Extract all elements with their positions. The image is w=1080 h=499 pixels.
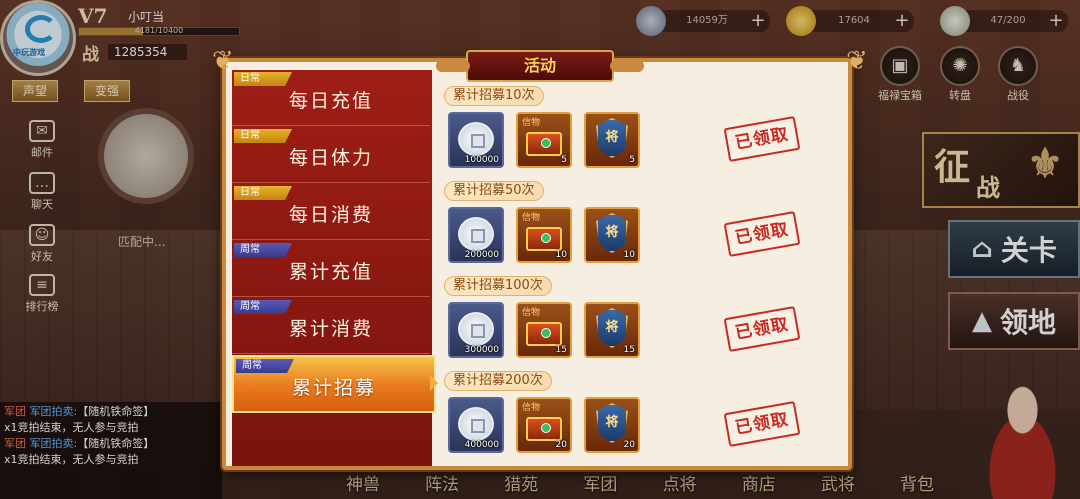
coin-icon [458, 122, 494, 156]
reward-row: 累计招募10次 100000 信物 5 将 5 已领取 [440, 84, 846, 178]
general-reward[interactable]: 将 15 [584, 302, 640, 358]
reward-list: 累计招募10次 100000 信物 5 将 5 已领取 累计招募50次 2000… [440, 84, 846, 464]
token-label: 信物 [522, 308, 541, 318]
reward-row: 累计招募100次 300000 信物 15 将 15 已领取 [440, 274, 846, 368]
token-reward[interactable]: 信物 10 [516, 207, 572, 263]
general-badge-icon: 将 [596, 213, 628, 253]
token-qty: 15 [555, 345, 567, 355]
general-reward[interactable]: 将 20 [584, 397, 640, 453]
token-chest-icon [526, 322, 562, 346]
tab-kind-badge: 周常 [234, 300, 292, 314]
tab-cumulative-spending[interactable]: 周常 累计消费 [232, 298, 430, 354]
coin-icon [458, 312, 494, 346]
claimed-stamp: 已领取 [723, 211, 801, 257]
tab-daily-spending[interactable]: 日常 每日消费 [232, 184, 430, 240]
tab-label: 每日体力 [288, 147, 373, 169]
tab-kind-badge: 周常 [236, 359, 294, 373]
general-badge-icon: 将 [596, 308, 628, 348]
activity-tabs: 日常 每日充值 日常 每日体力 日常 每日消费 周常 累计充值 周常 累计消费 … [232, 70, 438, 466]
reward-title: 累计招募200次 [444, 371, 552, 391]
token-label: 信物 [522, 213, 541, 223]
token-reward[interactable]: 信物 5 [516, 112, 572, 168]
coin-reward[interactable]: 400000 [448, 397, 504, 453]
coin-reward[interactable]: 100000 [448, 112, 504, 168]
reward-row: 累计招募200次 400000 信物 20 将 20 已领取 [440, 369, 846, 463]
tab-label: 每日充值 [288, 90, 373, 112]
token-qty: 10 [555, 250, 567, 260]
tab-label: 每日消费 [288, 204, 373, 226]
tab-cumulative-recharge[interactable]: 周常 累计充值 [232, 241, 430, 297]
reward-title: 累计招募100次 [444, 276, 552, 296]
claimed-stamp: 已领取 [723, 306, 801, 352]
general-qty: 15 [623, 345, 635, 355]
claimed-stamp: 已领取 [723, 401, 801, 447]
coin-qty: 200000 [464, 250, 499, 260]
coin-icon [458, 407, 494, 441]
reward-title: 累计招募50次 [444, 181, 544, 201]
coin-qty: 100000 [464, 155, 499, 165]
general-reward[interactable]: 将 5 [584, 112, 640, 168]
coin-icon [458, 217, 494, 251]
reward-title: 累计招募10次 [444, 86, 544, 106]
reward-row: 累计招募50次 200000 信物 10 将 10 已领取 [440, 179, 846, 273]
tab-kind-badge: 日常 [234, 186, 292, 200]
tab-daily-stamina[interactable]: 日常 每日体力 [232, 127, 430, 183]
tab-label: 累计招募 [291, 377, 376, 399]
coin-qty: 400000 [464, 440, 499, 450]
tab-kind-badge: 周常 [234, 243, 292, 257]
tab-kind-badge: 日常 [234, 129, 292, 143]
coin-qty: 300000 [464, 345, 499, 355]
general-qty: 10 [623, 250, 635, 260]
token-qty: 5 [561, 155, 567, 165]
token-label: 信物 [522, 403, 541, 413]
claimed-stamp: 已领取 [723, 116, 801, 162]
token-chest-icon [526, 417, 562, 441]
token-reward[interactable]: 信物 15 [516, 302, 572, 358]
tab-cumulative-recruit[interactable]: 周常 累计招募 [232, 355, 438, 413]
general-qty: 20 [623, 440, 635, 450]
general-reward[interactable]: 将 10 [584, 207, 640, 263]
token-chest-icon [526, 227, 562, 251]
coin-reward[interactable]: 200000 [448, 207, 504, 263]
general-badge-icon: 将 [596, 118, 628, 158]
panel-title: 活动 [436, 50, 644, 82]
token-chest-icon [526, 132, 562, 156]
right-ornament-icon: ❦ [846, 46, 868, 76]
tab-label: 累计充值 [288, 261, 373, 283]
token-reward[interactable]: 信物 20 [516, 397, 572, 453]
general-badge-icon: 将 [596, 403, 628, 443]
left-ornament-icon: ❦ [212, 46, 234, 76]
tab-daily-recharge[interactable]: 日常 每日充值 [232, 70, 430, 126]
general-qty: 5 [629, 155, 635, 165]
token-qty: 20 [555, 440, 567, 450]
coin-reward[interactable]: 300000 [448, 302, 504, 358]
tab-label: 累计消费 [288, 318, 373, 340]
token-label: 信物 [522, 118, 541, 128]
